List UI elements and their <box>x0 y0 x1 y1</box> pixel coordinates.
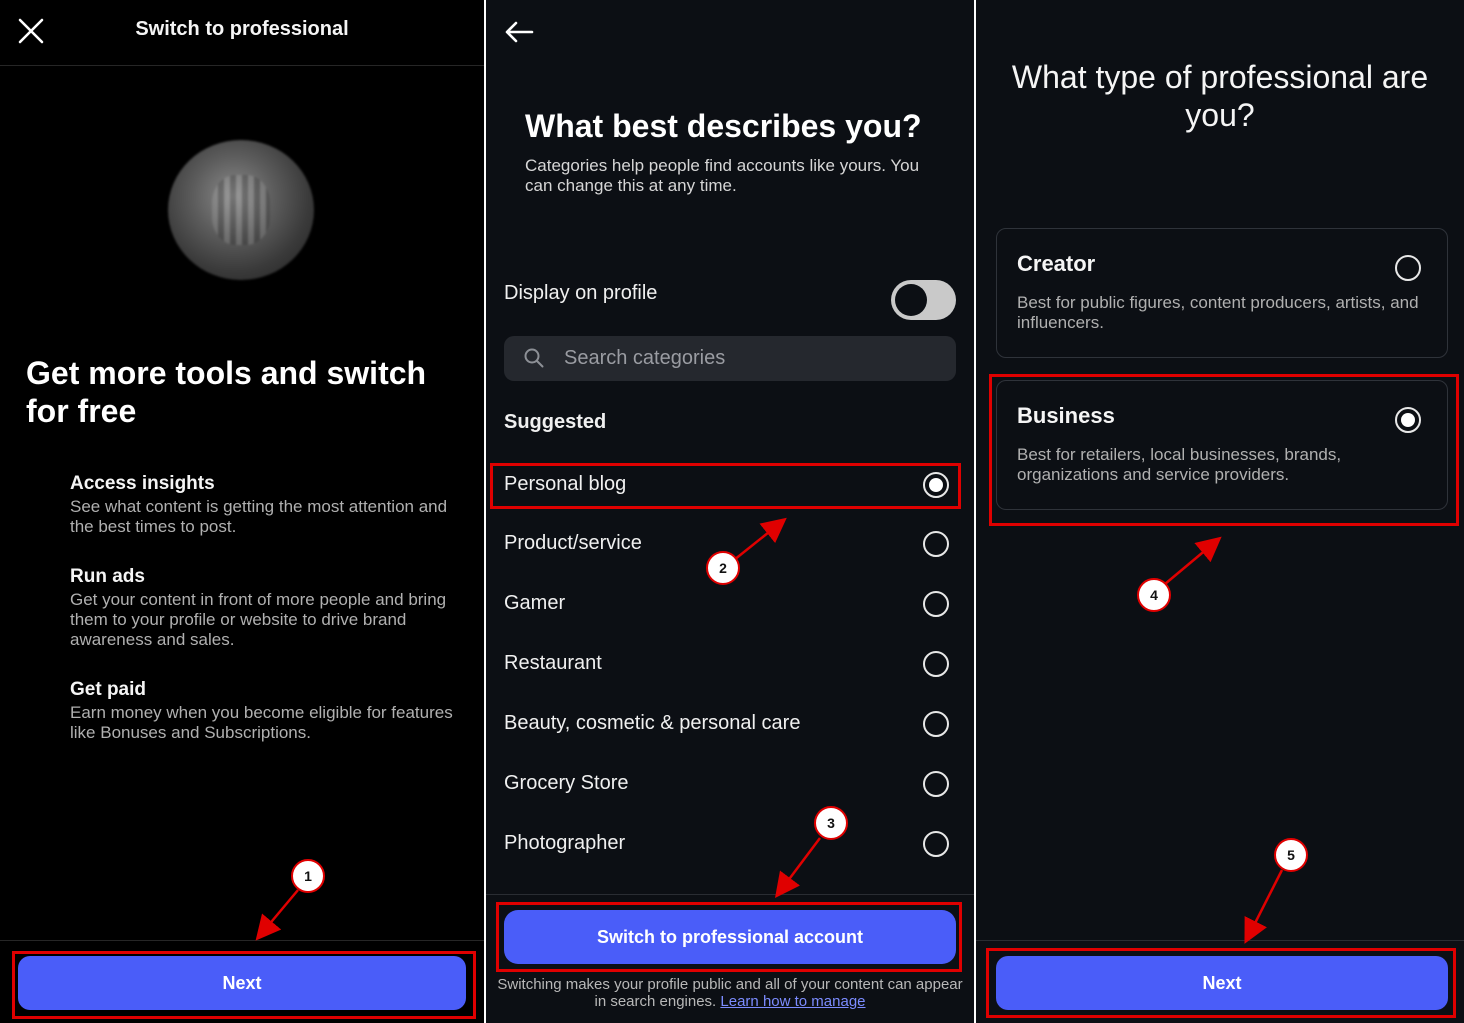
step-badge-4: 4 <box>1137 578 1171 612</box>
header-title: Switch to professional <box>135 18 349 40</box>
avatar <box>168 140 314 280</box>
switch-to-professional-account-button[interactable]: Switch to professional account <box>504 910 956 964</box>
feature-description: See what content is getting the most att… <box>70 497 448 536</box>
search-bar[interactable] <box>504 336 956 381</box>
option-description: Best for retailers, local businesses, br… <box>1017 445 1342 484</box>
radio-unselected[interactable] <box>923 591 949 617</box>
radio-unselected[interactable] <box>923 831 949 857</box>
category-screen: What best describes you? Categories help… <box>486 0 974 1023</box>
category-restaurant[interactable]: Restaurant <box>504 643 956 683</box>
page-title: What best describes you? <box>525 108 922 144</box>
category-beauty[interactable]: Beauty, cosmetic & personal care <box>504 703 956 743</box>
category-label: Product/service <box>504 532 642 554</box>
suggested-heading: Suggested <box>504 411 607 433</box>
headline: Get more tools and switch for free <box>26 355 427 429</box>
option-title: Creator <box>1017 251 1096 276</box>
feature-title: Get paid <box>70 679 147 700</box>
category-photographer[interactable]: Photographer <box>504 823 956 863</box>
display-on-profile-toggle[interactable] <box>891 280 956 320</box>
feature-access-insights: Access insights See what content is gett… <box>70 472 470 537</box>
radio-selected[interactable] <box>1395 407 1421 433</box>
feature-run-ads: Run ads Get your content in front of mor… <box>70 565 470 650</box>
switch-to-professional-screen: Switch to professional Get more tools an… <box>0 0 484 1023</box>
footer-divider <box>976 940 1464 941</box>
category-personal-blog[interactable]: Personal blog <box>504 464 956 504</box>
option-title: Business <box>1017 403 1115 428</box>
radio-unselected[interactable] <box>923 711 949 737</box>
radio-unselected[interactable] <box>1395 255 1421 281</box>
business-option[interactable]: Business Best for retailers, local busin… <box>996 380 1448 510</box>
creator-option[interactable]: Creator Best for public figures, content… <box>996 228 1448 358</box>
category-label: Beauty, cosmetic & personal care <box>504 712 801 734</box>
category-label: Photographer <box>504 832 626 854</box>
feature-description: Earn money when you become eligible for … <box>70 703 453 742</box>
radio-unselected[interactable] <box>923 531 949 557</box>
header-divider <box>0 65 484 66</box>
footer-divider <box>0 940 484 941</box>
toggle-knob <box>895 284 927 316</box>
category-label: Gamer <box>504 592 566 614</box>
option-description: Best for public figures, content produce… <box>1017 293 1419 332</box>
step-badge-3: 3 <box>814 806 848 840</box>
step-badge-5: 5 <box>1274 838 1308 872</box>
step-badge-2: 2 <box>706 551 740 585</box>
display-on-profile-label: Display on profile <box>504 282 658 304</box>
next-button[interactable]: Next <box>996 956 1448 1010</box>
radio-unselected[interactable] <box>923 651 949 677</box>
category-label: Personal blog <box>504 473 627 495</box>
category-grocery-store[interactable]: Grocery Store <box>504 763 956 803</box>
radio-selected[interactable] <box>923 472 949 498</box>
feature-title: Access insights <box>70 473 215 494</box>
category-gamer[interactable]: Gamer <box>504 583 956 623</box>
category-label: Grocery Store <box>504 772 629 794</box>
category-label: Restaurant <box>504 652 602 674</box>
disclaimer: Switching makes your profile public and … <box>496 976 964 1010</box>
feature-get-paid: Get paid Earn money when you become elig… <box>70 678 470 743</box>
page-subtitle: Categories help people find accounts lik… <box>525 156 920 195</box>
page-title: What type of professional are you? <box>1011 59 1429 133</box>
search-input[interactable] <box>564 336 924 381</box>
next-button[interactable]: Next <box>18 956 466 1010</box>
back-arrow-icon[interactable] <box>504 20 534 44</box>
search-icon <box>524 348 544 368</box>
professional-type-screen: What type of professional are you? Creat… <box>976 0 1464 1023</box>
radio-unselected[interactable] <box>923 771 949 797</box>
step-badge-1: 1 <box>291 859 325 893</box>
feature-description: Get your content in front of more people… <box>70 590 447 649</box>
learn-how-to-manage-link[interactable]: Learn how to manage <box>720 993 865 1010</box>
feature-title: Run ads <box>70 566 145 587</box>
